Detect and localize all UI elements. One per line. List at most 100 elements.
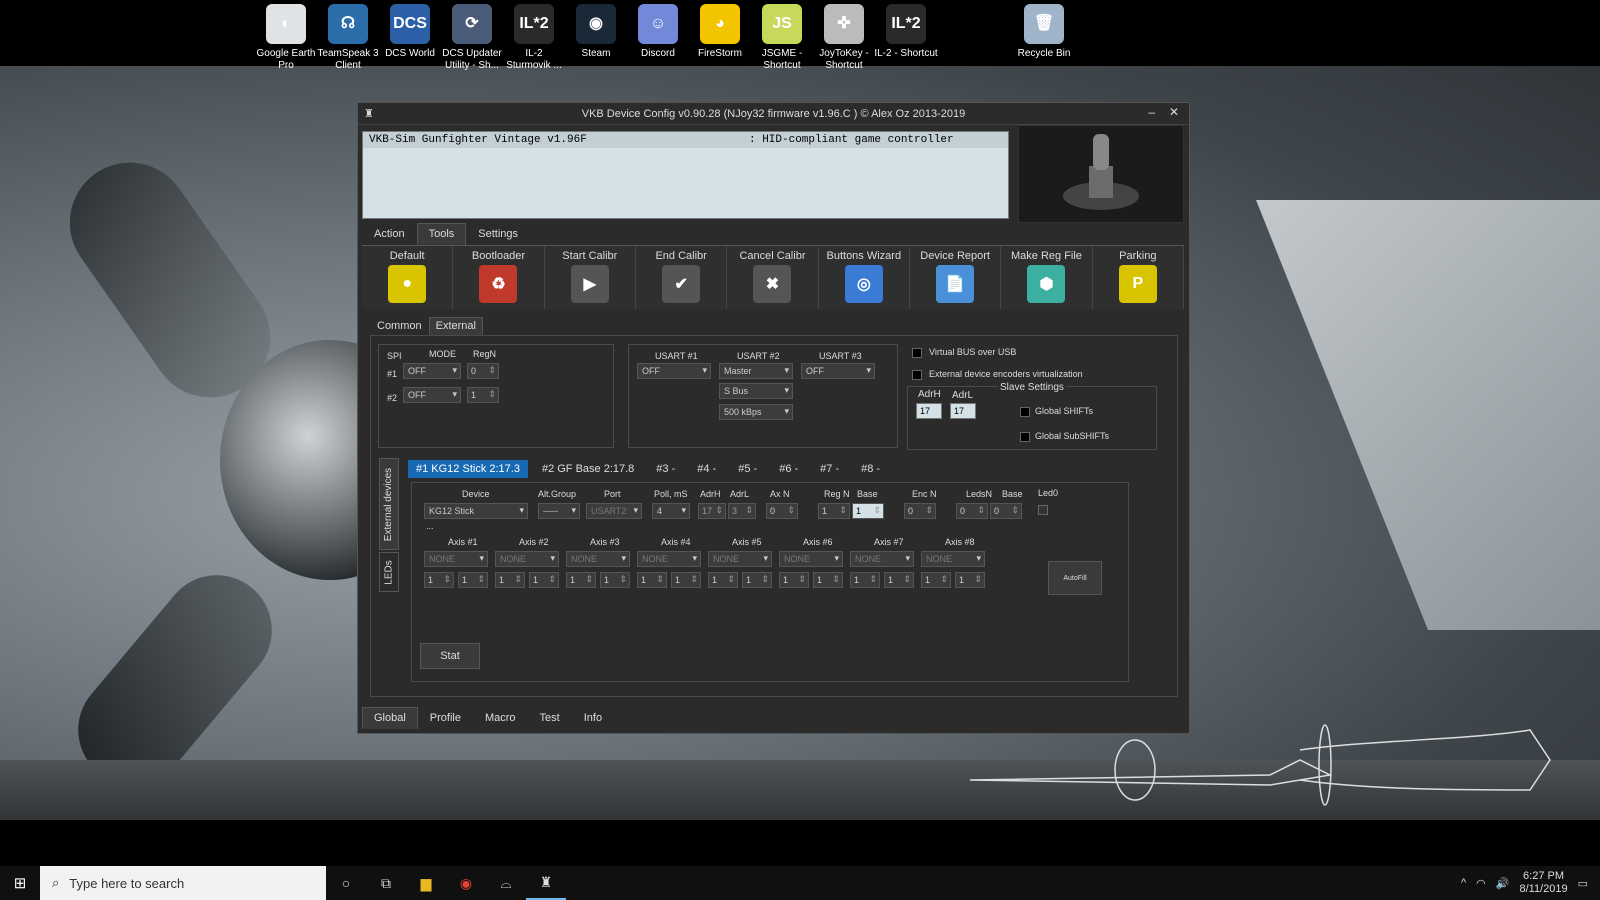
axis-stepper-a[interactable]: 1 [637,572,667,588]
chrome-icon[interactable]: ◉ [446,866,486,900]
axis-stepper-a[interactable]: 1 [424,572,454,588]
axis-stepper-a[interactable]: 1 [850,572,880,588]
desktop-shortcut[interactable]: ☺ Discord [626,4,690,60]
device-list-item[interactable]: VKB-Sim Gunfighter Vintage v1.96F : HID-… [363,132,1008,148]
global-shifts-checkbox[interactable] [1020,407,1030,417]
tab-info[interactable]: Info [572,707,614,729]
axis-select[interactable]: NONE [566,551,630,567]
tool-bootloader-button[interactable]: Bootloader ♻ [453,246,545,309]
desktop-shortcut[interactable]: ◉ Steam [564,4,628,60]
device-tab-8[interactable]: #8 - [853,460,888,478]
cortana-icon[interactable]: ○ [326,866,366,900]
file-explorer-icon[interactable]: ▆ [406,866,446,900]
regn-stepper[interactable]: 1 [818,503,850,519]
device-tab-5[interactable]: #5 - [730,460,765,478]
tab-global[interactable]: Global [362,707,418,729]
axis-stepper-a[interactable]: 1 [566,572,596,588]
desktop-shortcut[interactable]: ⟳ DCS Updater Utility - Sh... [440,4,504,72]
axis-select[interactable]: NONE [708,551,772,567]
usart-2-select[interactable]: Master [719,363,793,379]
axis-stepper-b[interactable]: 1 [955,572,985,588]
axis-select[interactable]: NONE [637,551,701,567]
usart-2-speed-select[interactable]: 500 kBps [719,404,793,420]
tool-end-calibr-button[interactable]: End Calibr ✔ [636,246,728,309]
usart-3-select[interactable]: OFF [801,363,875,379]
encn-stepper[interactable]: 0 [904,503,936,519]
desktop-shortcut[interactable]: ◐ Google Earth Pro [254,4,318,72]
tab-common[interactable]: Common [370,317,429,335]
adrh-input[interactable]: 17 [916,403,942,419]
stat-button[interactable]: Stat [420,643,480,669]
tool-start-calibr-button[interactable]: Start Calibr ▶ [545,246,636,309]
autofill-button[interactable]: AutoFill [1048,561,1102,595]
axis-select[interactable]: NONE [921,551,985,567]
tool-default-button[interactable]: Default ● [362,246,454,309]
axn-stepper[interactable]: 0 [766,503,798,519]
device-list[interactable]: VKB-Sim Gunfighter Vintage v1.96F : HID-… [362,131,1009,219]
axis-stepper-b[interactable]: 1 [813,572,843,588]
minimize-icon[interactable]: – [1148,105,1155,119]
axis-stepper-a[interactable]: 1 [779,572,809,588]
desktop-shortcut[interactable]: ☊ TeamSpeak 3 Client [316,4,380,72]
ext-encoders-checkbox[interactable] [912,370,922,380]
tool-parking-button[interactable]: Parking P [1093,246,1184,309]
volume-icon[interactable]: 🔊 [1496,877,1510,890]
device-tab-2[interactable]: #2 GF Base 2:17.8 [534,460,642,478]
axis-select[interactable]: NONE [424,551,488,567]
tab-profile[interactable]: Profile [418,707,473,729]
axis-stepper-a[interactable]: 1 [495,572,525,588]
port-select[interactable]: USART2 [586,503,642,519]
desktop-shortcut[interactable]: IL*2 IL-2 Sturmovik ... [502,4,566,72]
task-view-icon[interactable]: ⧉ [366,866,406,900]
virtual-bus-checkbox[interactable] [912,348,922,358]
taskbar-search[interactable]: ⌕ Type here to search [40,866,326,900]
led0-checkbox[interactable] [1038,505,1048,515]
desktop-shortcut[interactable]: IL*2 IL-2 - Shortcut [874,4,938,60]
adrl-dev-field[interactable]: 3 [728,503,756,519]
tab-test[interactable]: Test [528,707,572,729]
chevron-up-icon[interactable]: ^ [1461,877,1466,889]
ledsn-stepper[interactable]: 0 [956,503,988,519]
device-tab-1[interactable]: #1 KG12 Stick 2:17.3 [408,460,528,478]
tab-action[interactable]: Action [362,223,417,245]
axis-select[interactable]: NONE [495,551,559,567]
device-tab-6[interactable]: #6 - [771,460,806,478]
vkb-app-taskbar-icon[interactable]: ♜ [526,866,566,900]
desktop-shortcut[interactable]: ◕ FireStorm [688,4,752,60]
desktop-shortcut[interactable]: JS JSGME - Shortcut [750,4,814,72]
global-subshifts-checkbox[interactable] [1020,432,1030,442]
close-icon[interactable]: ✕ [1169,105,1179,119]
adrl-input[interactable]: 17 [950,403,976,419]
spi-1-mode-select[interactable]: OFF [403,363,461,379]
tool-cancel-calibr-button[interactable]: Cancel Calibr ✖ [727,246,819,309]
desktop-shortcut[interactable]: ✜ JoyToKey - Shortcut [812,4,876,72]
vr-headset-icon[interactable]: ⌓ [486,866,526,900]
tab-tools[interactable]: Tools [416,223,467,245]
axis-stepper-b[interactable]: 1 [671,572,701,588]
tab-settings[interactable]: Settings [466,223,530,245]
axis-stepper-b[interactable]: 1 [742,572,772,588]
tab-macro[interactable]: Macro [473,707,528,729]
usart-1-select[interactable]: OFF [637,363,711,379]
device-tab-7[interactable]: #7 - [812,460,847,478]
axis-stepper-b[interactable]: 1 [884,572,914,588]
spi-2-regn-stepper[interactable]: 1 [467,387,499,403]
axis-stepper-a[interactable]: 1 [921,572,951,588]
usart-2-bus-select[interactable]: S Bus [719,383,793,399]
network-icon[interactable]: ◠ [1476,877,1486,890]
desktop-shortcut[interactable]: DCS DCS World [378,4,442,60]
tab-external-devices[interactable]: External devices [379,458,399,550]
spi-2-mode-select[interactable]: OFF [403,387,461,403]
tool-buttons-wizard-button[interactable]: Buttons Wizard ◎ [819,246,910,309]
base2-stepper[interactable]: 0 [990,503,1022,519]
adrh-dev-field[interactable]: 17 [698,503,726,519]
axis-stepper-b[interactable]: 1 [458,572,488,588]
tab-external[interactable]: External [428,317,483,335]
axis-select[interactable]: NONE [779,551,843,567]
device-tab-4[interactable]: #4 - [689,460,724,478]
windows-start-icon[interactable]: ⊞ [0,866,40,900]
axis-stepper-a[interactable]: 1 [708,572,738,588]
altgroup-select[interactable]: ----- [538,503,580,519]
desktop-shortcut[interactable]: 🗑 Recycle Bin [1012,4,1076,60]
notifications-icon[interactable]: ▭ [1578,877,1588,890]
